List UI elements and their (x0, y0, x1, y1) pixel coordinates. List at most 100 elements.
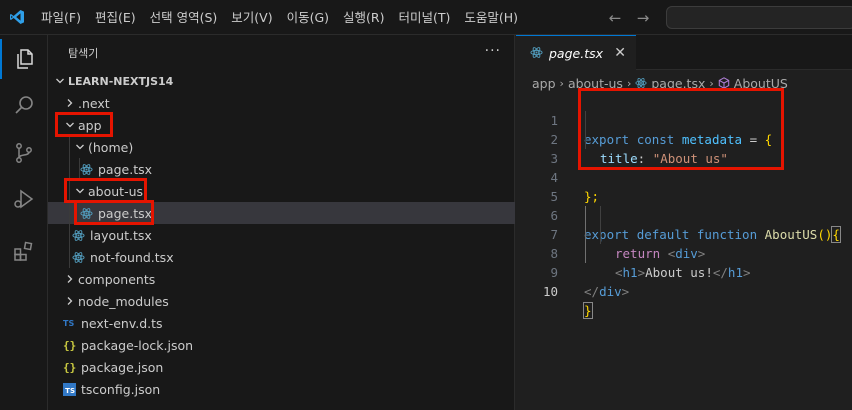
tree-item-label: node_modules (78, 293, 169, 309)
code-editor[interactable]: 1 export const metadata = { 2 title: "Ab… (516, 88, 852, 410)
tree-item-label: package-lock.json (81, 337, 194, 353)
tab-page-tsx[interactable]: page.tsx ✕ (516, 35, 636, 70)
menu-go[interactable]: 이동(G) (280, 0, 336, 35)
tree-item-label: page.tsx (98, 205, 153, 221)
code-text: } (583, 301, 593, 320)
chevron-down-icon (62, 120, 78, 130)
workspace-name: LEARN-NEXTJS14 (68, 74, 174, 88)
indent-guide (79, 158, 80, 180)
tree-item-label: components (78, 271, 156, 287)
react-icon (80, 207, 98, 220)
chevron-right-icon (62, 296, 78, 306)
typescript-icon: TS (63, 318, 75, 328)
menu-run[interactable]: 실행(R) (336, 0, 391, 35)
menu-help[interactable]: 도움말(H) (457, 0, 525, 35)
breadcrumb-item[interactable]: about-us (568, 76, 623, 91)
breadcrumb-item[interactable]: app (532, 76, 556, 91)
code-token: div (599, 284, 622, 299)
code-line: 3 (516, 130, 852, 166)
code-token: } (583, 302, 593, 319)
tree-item-label: not-found.tsx (90, 249, 174, 265)
json-icon: {} (63, 338, 77, 352)
tree-folder-home[interactable]: (home) (48, 136, 515, 158)
extensions-icon[interactable] (0, 231, 48, 271)
tree-file-package-json[interactable]: {} package.json (48, 356, 515, 378)
explorer-title: 탐색기 (68, 46, 99, 60)
code-line: 8 <h1>About us!</h1> (516, 225, 852, 280)
title-bar: 파일(F) 편집(E) 선택 영역(S) 보기(V) 이동(G) 실행(R) 터… (0, 0, 852, 35)
code-line: 10 } (516, 263, 852, 319)
explorer-sidebar: 탐색기 ··· LEARN-NEXTJS14 .next app (home) (48, 35, 515, 410)
tree-file-layout[interactable]: layout.tsx (48, 224, 515, 246)
tree-item-label: package.json (81, 359, 164, 375)
menu-file[interactable]: 파일(F) (34, 0, 88, 35)
tsconfig-icon: TS (63, 382, 81, 396)
code-line: 9 </div> (516, 244, 852, 299)
tree-folder-next[interactable]: .next (48, 92, 515, 114)
tree-file-tsconfig[interactable]: TS tsconfig.json (48, 378, 515, 400)
symbol-cube-icon (718, 77, 730, 89)
close-icon[interactable]: ✕ (614, 45, 626, 61)
tree-folder-app[interactable]: app (48, 114, 515, 136)
code-line: 1 export const metadata = { (516, 92, 852, 147)
code-text: </div> (584, 282, 629, 301)
indent-guide (585, 206, 586, 263)
search-icon[interactable] (0, 85, 48, 125)
breadcrumb: app › about-us › page.tsx › AboutUS (532, 72, 788, 94)
command-center-search[interactable] (666, 6, 852, 29)
indent-guide (69, 224, 70, 246)
code-line: 5 (516, 168, 852, 204)
react-icon (72, 229, 90, 242)
source-control-icon[interactable] (0, 133, 48, 173)
indent-guide (585, 111, 586, 149)
menu-terminal[interactable]: 터미널(T) (392, 0, 458, 35)
breadcrumb-item[interactable]: page.tsx (651, 76, 705, 91)
tree-file-next-env[interactable]: TS next-env.d.ts (48, 312, 515, 334)
tree-item-label: (home) (88, 139, 134, 155)
code-line: 7 return <div> (516, 206, 852, 261)
react-icon (80, 163, 98, 176)
indent-guide (600, 206, 601, 244)
workspace-section-header[interactable]: LEARN-NEXTJS14 (48, 70, 515, 92)
tree-folder-node-modules[interactable]: node_modules (48, 290, 515, 312)
code-token: </ (584, 284, 600, 299)
tab-label: page.tsx (549, 45, 604, 61)
explorer-header: 탐색기 ··· (48, 35, 515, 70)
more-actions-icon[interactable]: ··· (485, 43, 501, 59)
tree-file-about-us-page[interactable]: page.tsx (48, 202, 515, 224)
menu-selection[interactable]: 선택 영역(S) (143, 0, 225, 35)
chevron-down-icon (52, 76, 68, 86)
tree-item-label: next-env.d.ts (81, 315, 163, 331)
run-debug-icon[interactable] (0, 179, 48, 219)
code-line: 6 export default function AboutUS(){ (516, 187, 852, 243)
tree-file-home-page[interactable]: page.tsx (48, 158, 515, 180)
tree-file-package-lock[interactable]: {} package-lock.json (48, 334, 515, 356)
menu-view[interactable]: 보기(V) (224, 0, 279, 35)
tree-item-label: about-us (88, 183, 144, 199)
chevron-right-icon (62, 274, 78, 284)
indent-guide (69, 136, 70, 158)
explorer-files-icon[interactable] (0, 39, 48, 79)
chevron-right-icon: › (559, 76, 564, 90)
chevron-down-icon (72, 186, 88, 196)
chevron-right-icon: › (709, 76, 714, 90)
menu-edit[interactable]: 편집(E) (88, 0, 143, 35)
menu-bar: 파일(F) 편집(E) 선택 영역(S) 보기(V) 이동(G) 실행(R) 터… (34, 0, 525, 35)
chevron-right-icon (62, 98, 78, 108)
indent-guide (69, 246, 70, 268)
indent-guide (69, 202, 70, 224)
editor-tab-bar: page.tsx ✕ (516, 35, 852, 70)
tree-folder-components[interactable]: components (48, 268, 515, 290)
breadcrumb-item[interactable]: AboutUS (734, 76, 788, 91)
back-arrow-icon[interactable]: ← (606, 9, 624, 27)
tree-item-label: page.tsx (98, 161, 153, 177)
tree-item-label: app (78, 117, 102, 133)
tree-folder-about-us[interactable]: about-us (48, 180, 515, 202)
forward-arrow-icon[interactable]: → (634, 9, 652, 27)
indent-guide (69, 180, 70, 202)
tree-file-not-found[interactable]: not-found.tsx (48, 246, 515, 268)
activity-bar (0, 35, 48, 410)
react-icon (635, 77, 647, 89)
line-number: 10 (542, 284, 558, 299)
vscode-logo-icon (0, 0, 34, 35)
